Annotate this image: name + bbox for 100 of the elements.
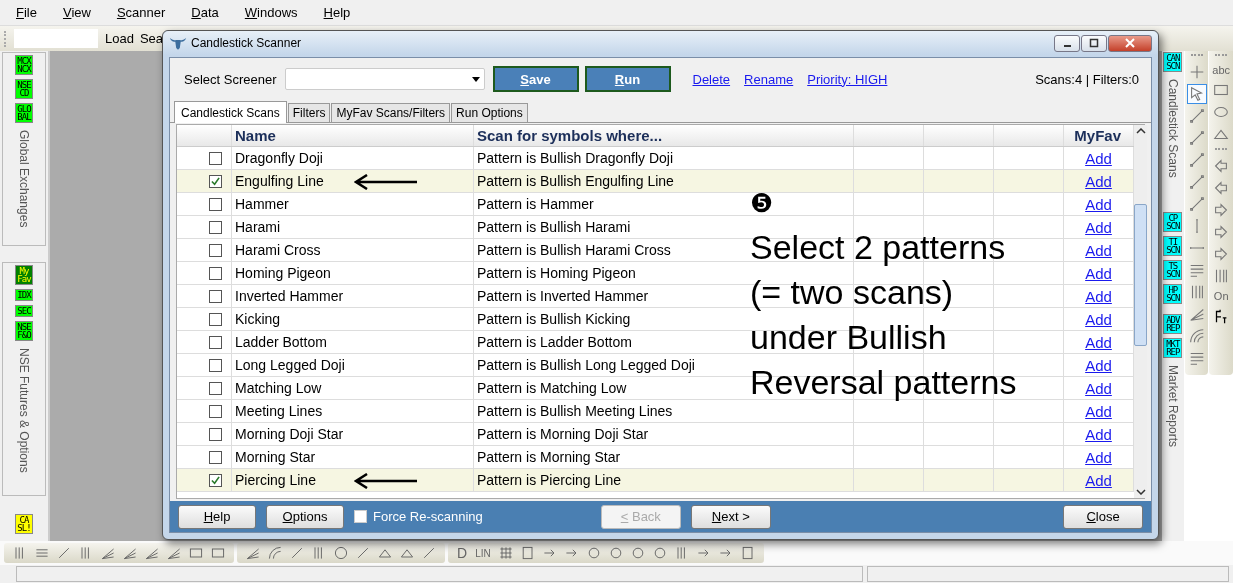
sidebar-caption[interactable]: Global Exchanges — [17, 130, 31, 228]
add-link[interactable]: Add — [1085, 218, 1112, 236]
scan-tag[interactable]: CP SCN — [1163, 212, 1183, 232]
line-tool-icon[interactable] — [1187, 173, 1206, 191]
checkbox[interactable] — [208, 312, 222, 326]
line-tool-icon[interactable] — [421, 545, 437, 561]
tab[interactable]: Candlestick Scans — [174, 101, 287, 123]
footer-button[interactable]: Help — [178, 504, 256, 529]
checkbox[interactable] — [208, 335, 222, 349]
menu-item[interactable]: View — [54, 5, 99, 20]
line-tool-icon[interactable] — [355, 545, 371, 561]
add-link[interactable]: Add — [1085, 379, 1112, 397]
checkbox[interactable] — [208, 450, 222, 464]
add-link[interactable]: Add — [1085, 356, 1112, 374]
rectangle-icon[interactable] — [210, 545, 226, 561]
sidebar-caption[interactable]: Market Reports — [1165, 365, 1180, 448]
column-header[interactable]: Name — [232, 125, 474, 146]
minimize-button[interactable] — [1054, 34, 1080, 52]
exchange-tag[interactable]: My Fav — [15, 265, 33, 286]
exchange-tag[interactable]: CA SL! — [15, 514, 33, 534]
close-dialog-button[interactable]: Close — [1063, 504, 1143, 529]
line-tool-icon[interactable] — [1187, 107, 1206, 125]
tab[interactable]: Run Options — [451, 103, 528, 122]
menu-item[interactable]: Scanner — [108, 5, 174, 20]
line-tool-icon[interactable] — [289, 545, 305, 561]
exchange-tag[interactable]: NSE F&O — [15, 321, 33, 342]
ellipse-icon[interactable] — [333, 545, 349, 561]
text-tool[interactable]: D — [457, 545, 468, 561]
close-button[interactable] — [1108, 34, 1152, 52]
line-tool-icon[interactable] — [1187, 151, 1206, 169]
add-link[interactable]: Add — [1085, 471, 1112, 489]
toolbar-button[interactable]: Load — [102, 31, 137, 46]
exchange-tag[interactable]: MCX NCX — [15, 55, 33, 75]
scan-tag[interactable]: TS SCN — [1163, 260, 1183, 280]
add-link[interactable]: Add — [1085, 448, 1112, 466]
scan-tag[interactable]: CAN SCN — [1163, 52, 1183, 72]
checkbox[interactable] — [208, 151, 222, 165]
table-cell: Harami Cross — [235, 242, 321, 258]
action-button[interactable]: Save — [492, 66, 579, 92]
tab[interactable]: MyFav Scans/Filters — [331, 103, 451, 122]
rectangle-icon[interactable] — [188, 545, 204, 561]
grid-icon[interactable] — [497, 545, 514, 561]
maximize-button[interactable] — [1081, 34, 1107, 52]
sidebar-caption[interactable]: NSE Futures & Options — [17, 348, 31, 474]
line-tool-icon[interactable] — [1187, 129, 1206, 147]
text-tool[interactable]: LIN — [475, 547, 491, 559]
checkbox[interactable] — [208, 266, 222, 280]
text-tool[interactable]: abc — [1212, 64, 1231, 76]
scan-tag[interactable]: MKT REP — [1163, 338, 1183, 358]
add-link[interactable]: Add — [1085, 287, 1112, 305]
scrollbar[interactable] — [1134, 125, 1147, 498]
scroll-down-icon[interactable] — [1135, 489, 1146, 495]
exchange-tag[interactable]: GLO BAL — [15, 103, 33, 123]
add-link[interactable]: Add — [1085, 402, 1112, 420]
checkbox[interactable] — [208, 197, 222, 211]
pointer-icon[interactable] — [1187, 85, 1206, 103]
add-link[interactable]: Add — [1085, 172, 1112, 190]
scan-tag[interactable]: TI SCN — [1163, 236, 1183, 256]
checkbox[interactable] — [208, 220, 222, 234]
arcs-icon[interactable] — [1187, 327, 1206, 345]
checkbox[interactable] — [208, 427, 222, 441]
checkbox[interactable] — [208, 289, 222, 303]
link[interactable]: Priority: HIGH — [807, 71, 888, 87]
sidebar-caption[interactable]: Candlestick Scans — [1165, 79, 1180, 178]
link[interactable]: Delete — [692, 71, 731, 87]
next-button[interactable]: Next > — [690, 504, 771, 529]
exchange-tag[interactable]: IDX — [15, 289, 33, 302]
add-link[interactable]: Add — [1085, 149, 1112, 167]
checkbox[interactable] — [208, 473, 222, 487]
add-link[interactable]: Add — [1085, 264, 1112, 282]
add-link[interactable]: Add — [1085, 310, 1112, 328]
menu-item[interactable]: File — [8, 5, 45, 20]
line-tool-icon[interactable] — [56, 545, 72, 561]
scroll-up-icon[interactable] — [1135, 128, 1146, 134]
checkbox[interactable] — [208, 243, 222, 257]
exchange-tag[interactable]: NSE CD — [15, 79, 33, 99]
menu-item[interactable]: Windows — [236, 5, 306, 20]
menu-item[interactable]: Help — [315, 5, 359, 20]
line-tool-icon[interactable] — [1187, 195, 1206, 213]
checkbox[interactable] — [208, 381, 222, 395]
toolbar-button[interactable]: Sea — [136, 31, 167, 46]
symbol-field[interactable] — [14, 29, 98, 48]
action-button[interactable]: Run — [584, 66, 671, 92]
arcs-icon[interactable] — [267, 545, 283, 561]
checkbox[interactable] — [208, 404, 222, 418]
link[interactable]: Rename — [744, 71, 794, 87]
add-link[interactable]: Add — [1085, 333, 1112, 351]
menu-item[interactable]: Data — [183, 5, 227, 20]
tab[interactable]: Filters — [287, 103, 331, 122]
scan-tag[interactable]: HP SCN — [1163, 284, 1183, 304]
add-link[interactable]: Add — [1085, 425, 1112, 443]
add-link[interactable]: Add — [1085, 195, 1112, 213]
exchange-tag[interactable]: SEC — [15, 305, 33, 318]
column-header[interactable]: Scan for symbols where... — [474, 125, 854, 146]
footer-button[interactable]: Options — [266, 504, 344, 529]
scan-tag[interactable]: ADV REP — [1163, 314, 1183, 334]
add-link[interactable]: Add — [1085, 241, 1112, 259]
text-tool[interactable]: On — [1213, 290, 1229, 302]
checkbox[interactable] — [208, 358, 222, 372]
checkbox[interactable] — [208, 174, 222, 188]
